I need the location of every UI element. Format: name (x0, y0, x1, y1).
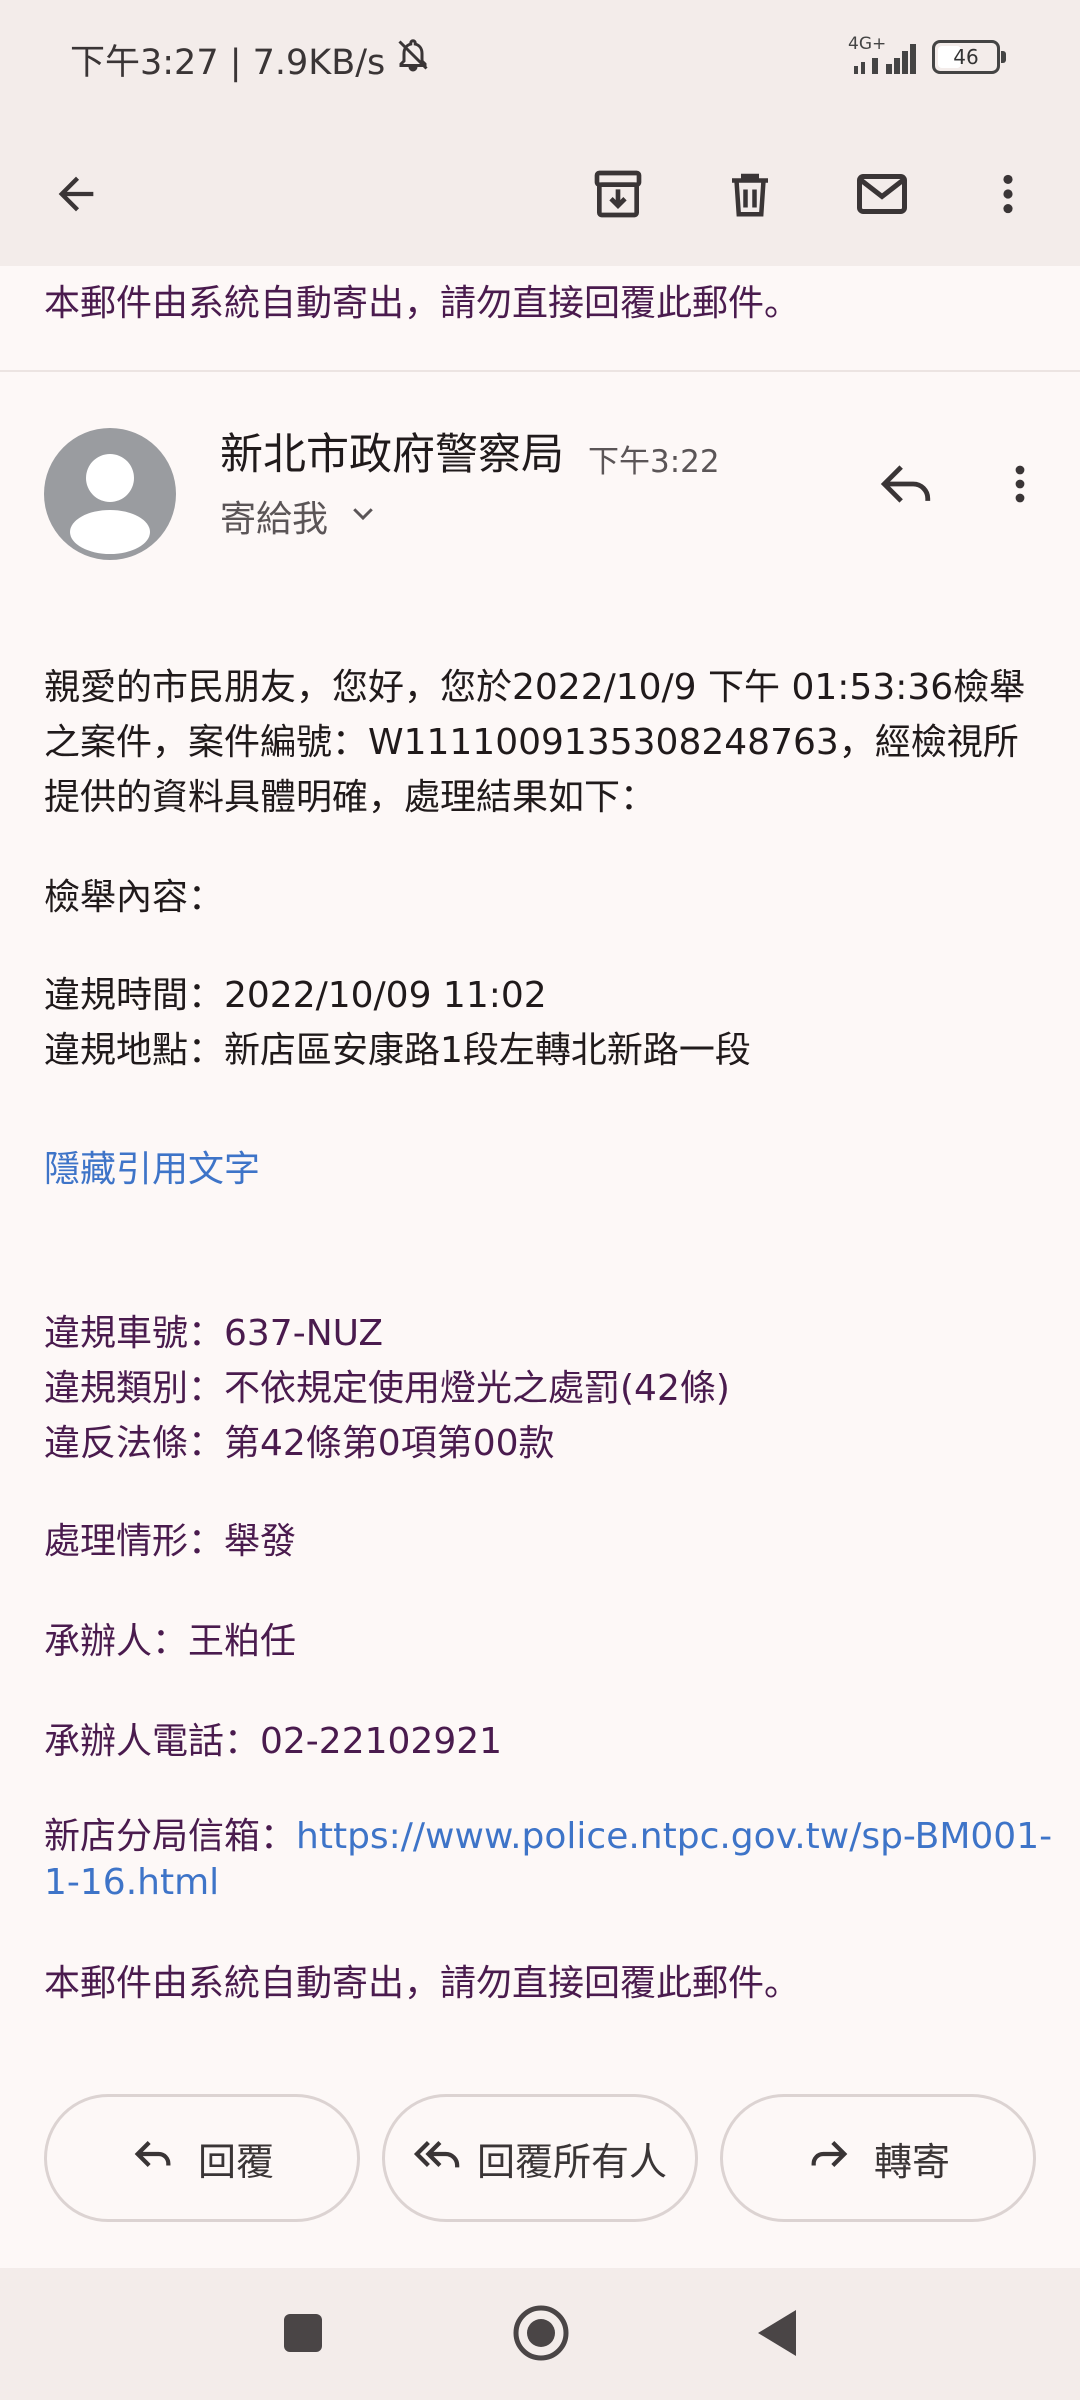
mailbox-label: 新店分局信箱： (44, 1816, 297, 1857)
violation-time: 違規時間：2022/10/09 11:02 (44, 975, 547, 1016)
violation-info: 違規時間：2022/10/09 11:02 違規地點：新店區安康路1段左轉北新路… (44, 968, 751, 1078)
reply-label: 回覆 (197, 2139, 274, 2184)
message-time: 下午3:22 (588, 444, 720, 480)
officer-name: 承辦人：王粕任 (44, 1621, 297, 1662)
violated-law: 違反法條：第42條第0項第00款 (44, 1423, 555, 1464)
mark-unread-icon[interactable] (842, 154, 922, 234)
status-bar: 下午3:27 | 7.9KB/s 4G+ 46 (0, 0, 1080, 120)
footer-notice: 本郵件由系統自動寄出，請勿直接回覆此郵件。 (44, 1963, 801, 2004)
report-heading: 檢舉內容： (44, 877, 225, 918)
sender-name[interactable]: 新北市政府警察局 (220, 420, 564, 482)
intro-line-1: 親愛的市民朋友，您好，您於2022/10/9 下午 01:53:36檢舉 (44, 667, 1026, 708)
reply-all-icon (413, 2131, 463, 2186)
archive-icon[interactable] (578, 154, 658, 234)
intro-line-3: 提供的資料具體明確，處理結果如下： (44, 777, 657, 818)
recipient-details[interactable]: 寄給我 (220, 490, 378, 542)
officer-phone: 承辦人電話：02-22102921 (44, 1721, 503, 1762)
hide-quoted-text-link[interactable]: 隱藏引用文字 (44, 1142, 260, 1197)
status-time-speed: 下午3:27 | 7.9KB/s (70, 43, 386, 83)
intro-line-2: 之案件，案件編號：W1111009135308248763，經檢視所 (44, 722, 1019, 763)
reply-button[interactable]: 回覆 (44, 2094, 360, 2222)
avatar[interactable] (44, 428, 176, 560)
reply-all-button[interactable]: 回覆所有人 (382, 2094, 698, 2222)
forward-button[interactable]: 轉寄 (720, 2094, 1036, 2222)
toolbar (0, 120, 1080, 266)
forward-icon (806, 2131, 852, 2186)
status-right: 4G+ 46 (848, 34, 1006, 76)
home-icon[interactable] (512, 2304, 570, 2366)
violation-category: 違規類別：不依規定使用燈光之處罰(42條) (44, 1368, 730, 1409)
chevron-down-icon (348, 496, 378, 537)
more-vert-icon[interactable] (968, 154, 1048, 234)
bell-off-icon (395, 37, 431, 82)
previous-message-snippet[interactable]: 本郵件由系統自動寄出，請勿直接回覆此郵件。 (44, 274, 800, 326)
reply-icon (130, 2131, 176, 2186)
message-more-icon[interactable] (980, 444, 1060, 524)
signal-icon: 4G+ (848, 34, 918, 76)
status-left: 下午3:27 | 7.9KB/s (70, 34, 431, 85)
system-nav-bar (0, 2268, 1080, 2400)
forward-label: 轉寄 (873, 2139, 950, 2184)
mailbox-link[interactable]: https://www.police.ntpc.gov.tw/sp-BM001- (296, 1816, 1052, 1857)
reply-icon[interactable] (866, 444, 946, 524)
recents-icon[interactable] (282, 2312, 324, 2358)
battery-level: 46 (953, 45, 979, 69)
back-arrow-icon[interactable] (36, 154, 116, 234)
email-intro: 親愛的市民朋友，您好，您於2022/10/9 下午 01:53:36檢舉 之案件… (44, 660, 1025, 825)
mailbox-line: 新店分局信箱：https://www.police.ntpc.gov.tw/sp… (44, 1814, 1052, 1906)
mailbox-link-continued[interactable]: 1-16.html (44, 1860, 1052, 1906)
violation-place: 違規地點：新店區安康路1段左轉北新路一段 (44, 1030, 751, 1071)
battery-icon: 46 (932, 40, 1006, 74)
delete-icon[interactable] (710, 154, 790, 234)
plate-number: 違規車號：637-NUZ (44, 1313, 384, 1354)
processing-status: 處理情形：舉發 (44, 1521, 297, 1562)
recipient-label: 寄給我 (220, 499, 329, 540)
quoted-violation-details: 違規車號：637-NUZ 違規類別：不依規定使用燈光之處罰(42條) 違反法條：… (44, 1306, 730, 1471)
divider (0, 370, 1080, 372)
reply-all-label: 回覆所有人 (476, 2139, 667, 2184)
back-icon[interactable] (756, 2308, 798, 2362)
